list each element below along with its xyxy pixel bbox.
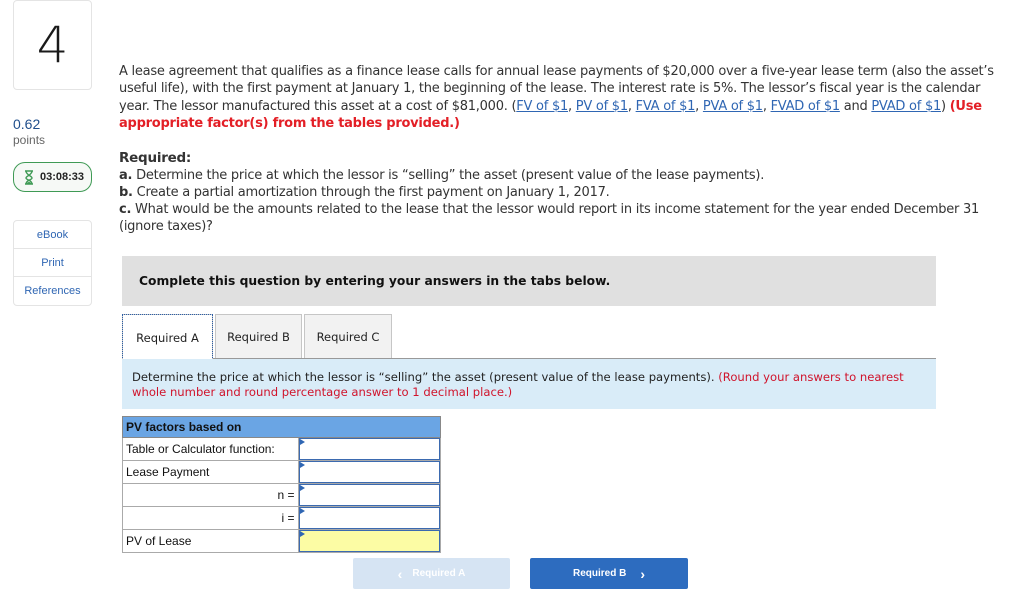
input-cell	[297, 483, 442, 507]
timer-value: 03:08:33	[40, 171, 85, 183]
points-label: points	[13, 133, 46, 147]
row-label-lease-payment: Lease Payment	[122, 460, 299, 484]
separator: and	[839, 98, 872, 114]
item-text: Create a partial amortization through th…	[132, 185, 610, 200]
lease-payment-input[interactable]	[298, 461, 440, 483]
table-header-row: PV factors based on	[122, 416, 441, 438]
next-required-button[interactable]: Required B ›	[530, 558, 688, 589]
n-input[interactable]	[298, 484, 440, 506]
question-number-box: 4	[13, 0, 92, 90]
tab-instructions: Determine the price at which the lessor …	[122, 359, 936, 409]
fv-of-1-link[interactable]: FV of $1	[516, 99, 568, 114]
separator: )	[941, 98, 950, 114]
fvad-of-1-link[interactable]: FVAD of $1	[771, 99, 841, 114]
input-cell	[297, 506, 442, 530]
row-label-n: n =	[122, 483, 299, 507]
tab-required-a[interactable]: Required A	[122, 314, 213, 360]
separator: ,	[568, 98, 576, 114]
tools-menu: eBook Print References	[13, 220, 92, 306]
pv-factors-table: PV factors based on Table or Calculator …	[122, 416, 442, 553]
chevron-right-icon: ›	[640, 565, 645, 582]
table-or-calculator-input[interactable]	[298, 438, 440, 460]
question-text: A lease agreement that qualifies as a fi…	[119, 63, 1011, 132]
separator: ,	[695, 98, 703, 114]
table-row: n =	[122, 483, 442, 507]
required-item-b: b. Create a partial amortization through…	[119, 184, 1011, 201]
prev-button-label: Required A	[412, 568, 466, 579]
tab-required-c[interactable]: Required C	[304, 314, 392, 359]
instructions-text: Determine the price at which the lessor …	[132, 370, 719, 384]
item-letter: b.	[119, 185, 133, 200]
input-cell	[297, 529, 442, 553]
question-number: 4	[36, 16, 69, 74]
input-cell	[297, 460, 442, 484]
i-input[interactable]	[298, 507, 440, 529]
item-text: What would be the amounts related to the…	[119, 202, 980, 234]
item-letter: c.	[119, 202, 132, 217]
required-item-c: c. What would be the amounts related to …	[119, 201, 1011, 235]
table-row: Table or Calculator function:	[122, 437, 442, 461]
pv-of-1-link[interactable]: PV of $1	[576, 99, 628, 114]
row-label-pv-of-lease: PV of Lease	[122, 529, 299, 553]
tab-bar: Required A Required B Required C	[122, 314, 394, 360]
required-section: Required: a. Determine the price at whic…	[119, 150, 1011, 235]
next-button-label: Required B	[572, 568, 627, 579]
pv-of-lease-input[interactable]	[298, 530, 440, 552]
table-row: PV of Lease	[122, 529, 442, 553]
references-link[interactable]: References	[14, 277, 91, 305]
chevron-left-icon: ‹	[397, 565, 403, 582]
instruction-banner: Complete this question by entering your …	[122, 256, 936, 306]
hourglass-icon	[25, 169, 33, 185]
table-row: Lease Payment	[122, 460, 442, 484]
separator: ,	[762, 98, 771, 114]
fva-of-1-link[interactable]: FVA of $1	[636, 99, 696, 114]
row-label-i: i =	[122, 506, 299, 530]
separator: ,	[627, 98, 636, 114]
required-item-a: a. Determine the price at which the less…	[119, 167, 1011, 184]
ebook-link[interactable]: eBook	[14, 221, 91, 249]
tab-required-b[interactable]: Required B	[215, 314, 302, 359]
item-text: Determine the price at which the lessor …	[132, 168, 765, 183]
required-heading: Required:	[119, 150, 192, 166]
print-link[interactable]: Print	[14, 249, 91, 277]
pvad-of-1-link[interactable]: PVAD of $1	[871, 99, 941, 114]
table-header: PV factors based on	[122, 416, 441, 438]
previous-required-button[interactable]: ‹ Required A	[353, 558, 510, 589]
timer-badge: 03:08:33	[13, 162, 92, 192]
points-value: 0.62	[13, 116, 41, 132]
row-label-table-or-calculator: Table or Calculator function:	[122, 437, 299, 461]
input-cell	[297, 437, 442, 461]
item-letter: a.	[119, 168, 133, 183]
pva-of-1-link[interactable]: PVA of $1	[703, 99, 763, 114]
table-row: i =	[122, 506, 442, 530]
